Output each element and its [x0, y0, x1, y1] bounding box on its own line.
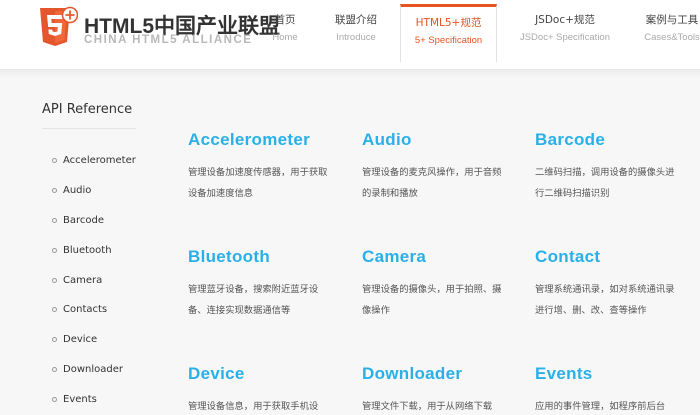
bullet-icon	[52, 247, 57, 253]
sidebar-item-bluetooth[interactable]: Bluetooth	[52, 235, 136, 265]
api-card-description: 管理设备信息，用于获取手机设	[188, 401, 319, 412]
bullet-icon	[52, 277, 57, 283]
sidebar-item-accelerometer[interactable]: Accelerometer	[52, 146, 136, 176]
api-card-description: 管理文件下载，用于从网络下载	[362, 401, 493, 412]
bullet-icon	[52, 217, 57, 223]
header-shadow	[0, 70, 700, 78]
api-card-accelerometer: Accelerometer 管理设备加速度传感器，用于获取设备加速度信息	[188, 130, 348, 204]
sidebar-item-events[interactable]: Events	[52, 384, 136, 414]
logo-subtitle: CHINA HTML5 ALLIANCE	[84, 34, 253, 46]
api-card-description: 管理设备加速度传感器，用于获取设备加速度信息	[188, 167, 328, 199]
bullet-icon	[52, 337, 57, 343]
nav-cases-label: 案例与工具	[645, 14, 699, 26]
nav-5plus-specification[interactable]: HTML5+规范 5+ Specification	[400, 4, 497, 62]
nav-introduce-sublabel: Introduce	[336, 32, 376, 43]
nav-jsdoc-sublabel: JSDoc+ Specification	[519, 32, 611, 43]
html5-alliance-logo[interactable]: HTML5中国产业联盟 CHINA HTML5 ALLIANCE	[38, 6, 280, 58]
nav-home-label: 首页	[274, 14, 296, 26]
nav-home-sublabel: Home	[272, 32, 298, 43]
sidebar-item-label: Barcode	[63, 214, 104, 226]
api-card-description: 二维码扫描，调用设备的摄像头进行二维码扫描识别	[535, 167, 675, 199]
api-card-title[interactable]: Downloader	[362, 364, 522, 384]
api-card-description: 管理设备的麦克风操作，用于音频的录制和播放	[362, 167, 502, 199]
api-card-title[interactable]: Accelerometer	[188, 130, 348, 150]
sidebar-item-label: Bluetooth	[63, 244, 112, 256]
sidebar-item-label: Events	[63, 393, 97, 405]
api-card-contact: Contact 管理系统通讯录，如对系统通讯录进行增、删、改、查等操作	[535, 247, 695, 321]
api-card-bluetooth: Bluetooth 管理蓝牙设备，搜索附近蓝牙设备、连接实现数据通信等	[188, 247, 348, 321]
api-card-description: 管理系统通讯录，如对系统通讯录进行增、删、改、查等操作	[535, 284, 675, 316]
sidebar-item-label: Downloader	[63, 363, 123, 375]
sidebar-item-camera[interactable]: Camera	[52, 265, 136, 295]
bullet-icon	[52, 366, 57, 372]
sidebar-item-downloader[interactable]: Downloader	[52, 355, 136, 385]
api-card-title[interactable]: Device	[188, 364, 348, 384]
bullet-icon	[52, 158, 57, 164]
api-card-events: Events 应用的事件管理，如程序前后台	[535, 364, 695, 415]
site-header: HTML5中国产业联盟 CHINA HTML5 ALLIANCE 首页 Home…	[0, 0, 700, 70]
api-card-title[interactable]: Audio	[362, 130, 522, 150]
nav-cases-sublabel: Cases&Tools	[644, 32, 700, 43]
nav-jsdoc-specification[interactable]: JSDoc+规范 JSDoc+ Specification	[514, 4, 616, 62]
api-card-barcode: Barcode 二维码扫描，调用设备的摄像头进行二维码扫描识别	[535, 130, 695, 204]
bullet-icon	[52, 396, 57, 402]
api-card-title[interactable]: Bluetooth	[188, 247, 348, 267]
api-card-title[interactable]: Events	[535, 364, 695, 384]
sidebar-item-label: Device	[63, 334, 98, 346]
sidebar-divider	[42, 128, 136, 129]
sidebar-item-contacts[interactable]: Contacts	[52, 295, 136, 325]
nav-home[interactable]: 首页 Home	[262, 4, 308, 62]
sidebar-item-label: Camera	[63, 274, 103, 286]
api-card-description: 管理蓝牙设备，搜索附近蓝牙设备、连接实现数据通信等	[188, 284, 319, 316]
api-card-description: 应用的事件管理，如程序前后台	[535, 401, 666, 412]
sidebar-list: Accelerometer Audio Barcode Bluetooth Ca…	[52, 146, 136, 414]
nav-introduce[interactable]: 联盟介绍 Introduce	[328, 4, 384, 62]
html5-shield-icon	[40, 6, 78, 46]
nav-cases-tools[interactable]: 案例与工具 Cases&Tools	[640, 4, 700, 62]
nav-jsdoc-label: JSDoc+规范	[535, 14, 595, 26]
api-card-title[interactable]: Camera	[362, 247, 522, 267]
sidebar-item-device[interactable]: Device	[52, 325, 136, 355]
api-card-device: Device 管理设备信息，用于获取手机设	[188, 364, 348, 415]
api-card-camera: Camera 管理设备的摄像头，用于拍照、摄像操作	[362, 247, 522, 321]
api-card-title[interactable]: Barcode	[535, 130, 695, 150]
sidebar-item-label: Accelerometer	[63, 155, 136, 167]
nav-5plus-sublabel: 5+ Specification	[414, 35, 483, 46]
bullet-icon	[52, 307, 57, 313]
api-card-description: 管理设备的摄像头，用于拍照、摄像操作	[362, 284, 502, 316]
sidebar-item-label: Contacts	[63, 304, 108, 316]
sidebar-item-barcode[interactable]: Barcode	[52, 206, 136, 236]
api-card-audio: Audio 管理设备的麦克风操作，用于音频的录制和播放	[362, 130, 522, 204]
api-card-title[interactable]: Contact	[535, 247, 695, 267]
api-card-downloader: Downloader 管理文件下载，用于从网络下载	[362, 364, 522, 415]
sidebar-item-label: Audio	[63, 185, 92, 197]
sidebar-item-audio[interactable]: Audio	[52, 176, 136, 206]
nav-introduce-label: 联盟介绍	[335, 14, 377, 26]
bullet-icon	[52, 188, 57, 194]
nav-5plus-label: HTML5+规范	[415, 17, 482, 29]
sidebar-title: API Reference	[42, 102, 133, 117]
